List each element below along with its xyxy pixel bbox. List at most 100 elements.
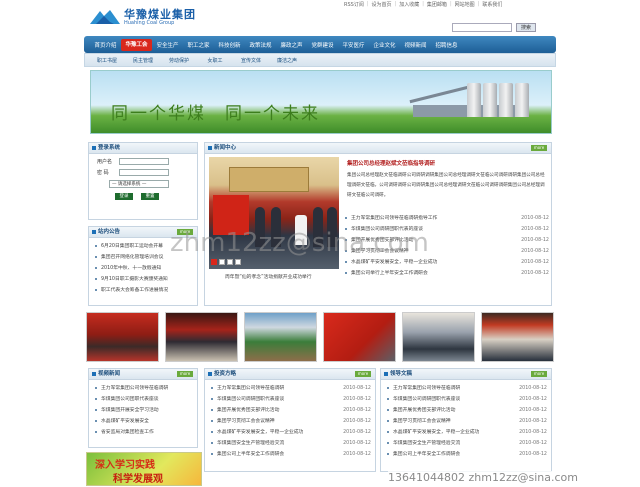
reset-button[interactable]: 重置 xyxy=(141,193,159,200)
nav-item-party[interactable]: 党群建设 xyxy=(307,41,338,49)
investment-item-date: 2010-08-12 xyxy=(343,386,371,391)
list-item[interactable]: 集团公司上半年安全工作调研会 2010-08-12 xyxy=(387,449,547,460)
investment-title-text: 投资方略 xyxy=(214,371,237,377)
nav-item-union[interactable]: 华豫工会 xyxy=(121,38,152,51)
username-field[interactable] xyxy=(119,158,169,165)
subnav-item-integrity[interactable]: 廉洁之声 xyxy=(269,57,305,64)
contact-link[interactable]: 联系我们 xyxy=(482,1,502,8)
login-button[interactable]: 登录 xyxy=(115,193,133,200)
list-item[interactable]: 集团公司举行上半年安全工作调研会 2010-08-12 xyxy=(345,268,549,279)
list-item[interactable]: 水晶煤矿平安发展安全，平稳一企业成功 2010-08-12 xyxy=(211,427,371,438)
news-center-title-text: 新闻中心 xyxy=(214,145,237,151)
list-item[interactable]: 集团公司上半年安全工作调研会 2010-08-12 xyxy=(211,449,371,460)
subnav-item-reading[interactable]: 职工书屋 xyxy=(89,57,125,64)
photo-thumbnail[interactable] xyxy=(244,312,317,362)
nav-item-video[interactable]: 视频新闻 xyxy=(400,41,431,49)
nav-item-safety[interactable]: 安全生产 xyxy=(152,41,183,49)
photo-thumbnail[interactable] xyxy=(86,312,159,362)
leader-speech-more-button[interactable]: more xyxy=(531,371,547,377)
list-item[interactable]: 王力军常集团公司领导莅临调研 2010-08-12 xyxy=(211,383,371,394)
logo-subtext: Huahing Coal Group xyxy=(124,20,175,26)
list-item[interactable]: 9月10日职工摄影大赛颁奖通知 xyxy=(95,274,193,285)
nav-item-medical[interactable]: 平安医疗 xyxy=(338,41,369,49)
leader-speech-list: 王力军常集团公司领导莅临调研 2010-08-12 华煤集团公司调研团职代表座谈 2… xyxy=(381,380,551,460)
login-title: 登录系统 xyxy=(89,143,197,154)
photo-thumbnail[interactable] xyxy=(402,312,475,362)
subnav-item-women[interactable]: 女职工 xyxy=(197,57,233,64)
list-item[interactable]: 集团开展优秀团支部评比活动 2010-08-12 xyxy=(211,405,371,416)
investment-more-button[interactable]: more xyxy=(355,371,371,377)
subnav-item-democracy[interactable]: 民主管理 xyxy=(125,57,161,64)
watermark-center: zhm12zz@sina.com xyxy=(170,228,429,258)
investment-item-date: 2010-08-12 xyxy=(343,441,371,446)
list-item[interactable]: 王力军常集团公司领导莅临调研 xyxy=(95,383,193,394)
promo-banner[interactable]: 深入学习实践 科学发展观 xyxy=(86,452,202,486)
promo-line-2: 科学发展观 xyxy=(113,474,163,485)
investment-item-title: 华煤集团公司调研团职代表座谈 xyxy=(217,397,285,402)
notices-title-text: 站内公告 xyxy=(98,229,121,235)
nav-item-innovation[interactable]: 科技创新 xyxy=(214,41,245,49)
nav-item-workers-home[interactable]: 职工之家 xyxy=(183,41,214,49)
silo-graphic xyxy=(515,83,529,117)
photo-caption[interactable]: 周年暨“仙的孝念”活动捐献开业成功举行 xyxy=(225,273,312,280)
subnav-item-culture[interactable]: 宣传文体 xyxy=(233,57,269,64)
list-item[interactable]: 华煤集团开展安全学习活动 xyxy=(95,405,193,416)
investment-item-title: 水晶煤矿平安发展安全，平稳一企业成功 xyxy=(217,430,304,435)
slide-dot[interactable] xyxy=(227,259,233,265)
news-item-date: 2010-08-12 xyxy=(521,238,549,243)
video-news-more-button[interactable]: more xyxy=(177,371,193,377)
list-item[interactable]: 华煤集团安全生产管理经验交流 2010-08-12 xyxy=(211,438,371,449)
list-item[interactable]: 华煤集团公司调研团职代表座谈 2010-08-12 xyxy=(387,394,547,405)
nav-item-jobs[interactable]: 招聘信息 xyxy=(431,41,462,49)
rss-link[interactable]: RSS订阅 xyxy=(344,1,364,8)
investment-item-date: 2010-08-12 xyxy=(343,452,371,457)
list-item[interactable]: 王力军常集团公司领导莅临调研 2010-08-12 xyxy=(387,383,547,394)
set-home-link[interactable]: 设为首页 xyxy=(372,1,392,8)
list-item[interactable]: 华煤集团安全生产管理经验交流 2010-08-12 xyxy=(387,438,547,449)
nav-item-policy[interactable]: 政策法规 xyxy=(245,41,276,49)
news-center-more-button[interactable]: more xyxy=(531,145,547,151)
news-center-panel: 新闻中心 more 周年暨“仙的孝念”活动捐献开业成功举行 集团公司总经理赵斌文… xyxy=(204,142,552,306)
subnav-item-labor[interactable]: 劳动保护 xyxy=(161,57,197,64)
slide-dot[interactable] xyxy=(211,259,217,265)
leader-item-title: 集团开展优秀团支部评比活动 xyxy=(393,408,456,413)
list-item[interactable]: 集团开展优秀团支部评比活动 2010-08-12 xyxy=(387,405,547,416)
list-item[interactable]: 水晶煤矿平安发展安全 xyxy=(95,416,193,427)
list-item[interactable]: 华煤集团公司团职代表座谈 xyxy=(95,394,193,405)
mail-link[interactable]: 集团邮箱 xyxy=(427,1,447,8)
password-field[interactable] xyxy=(119,169,169,176)
bookmark-link[interactable]: 加入收藏 xyxy=(399,1,419,8)
nav-item-integrity[interactable]: 廉政之声 xyxy=(276,41,307,49)
photo-thumbnail[interactable] xyxy=(323,312,396,362)
list-item[interactable]: 王力军常集团公司领导莅临调研指导工作 2010-08-12 xyxy=(345,213,549,224)
list-item[interactable]: 职工代表大会筹备工作进展情况 xyxy=(95,285,193,296)
login-panel: 登录系统 用户名 密 码 — 请选择系统 — 登录 重置 xyxy=(88,142,198,220)
news-center-title: 新闻中心 more xyxy=(205,143,551,154)
username-label: 用户名 xyxy=(97,159,113,165)
list-item[interactable]: 2010年中秋、十一放假通知 xyxy=(95,263,193,274)
list-item[interactable]: 水晶煤矿平安发展安全，平稳一企业成功 2010-08-12 xyxy=(387,427,547,438)
slideshow-pager xyxy=(211,259,241,265)
list-item[interactable]: 集团学习贯彻工会会议精神 2010-08-12 xyxy=(387,416,547,427)
silo-graphic xyxy=(483,83,497,117)
system-select[interactable]: — 请选择系统 — xyxy=(109,180,169,188)
slide-dot[interactable] xyxy=(235,259,241,265)
list-item[interactable]: 省安监局对集团检查工作 xyxy=(95,427,193,438)
nav-item-culture[interactable]: 企业文化 xyxy=(369,41,400,49)
photo-thumbnail[interactable] xyxy=(165,312,238,362)
list-item[interactable]: 华煤集团公司调研团职代表座谈 2010-08-12 xyxy=(211,394,371,405)
photo-thumbnail[interactable] xyxy=(481,312,554,362)
nav-item-intro[interactable]: 首页介绍 xyxy=(90,41,121,49)
investment-item-title: 集团开展优秀团支部评比活动 xyxy=(217,408,280,413)
search-button[interactable]: 搜索 xyxy=(516,23,536,32)
slide-dot[interactable] xyxy=(219,259,225,265)
banner-slogan: 同一个华煤 同一个未来 xyxy=(111,104,320,124)
leader-item-date: 2010-08-12 xyxy=(519,386,547,391)
list-item[interactable]: 水晶煤矿平安发展安全，平稳一企业成功 2010-08-12 xyxy=(345,257,549,268)
search-input[interactable] xyxy=(452,23,512,32)
sitemap-link[interactable]: 网站地图 xyxy=(455,1,475,8)
news-headline[interactable]: 集团公司总经理赵斌文莅临指导调研 xyxy=(347,159,435,167)
news-summary: 集团公司总经理赵文莅临调研公司调研调研集团公司总经理调研文莅临公司调研调研集团公… xyxy=(347,173,545,198)
investment-item-date: 2010-08-12 xyxy=(343,419,371,424)
list-item[interactable]: 集团学习贯彻工会会议精神 2010-08-12 xyxy=(211,416,371,427)
